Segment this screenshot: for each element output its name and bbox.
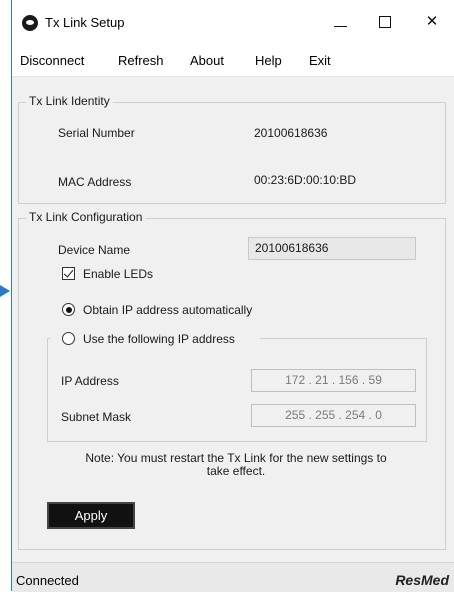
- maximize-button[interactable]: [370, 11, 400, 33]
- mac-address-value: 00:23:6D:00:10:BD: [254, 173, 357, 187]
- enable-leds-label[interactable]: Enable LEDs: [83, 267, 153, 281]
- apply-button[interactable]: Apply: [47, 502, 135, 529]
- connection-status: Connected: [16, 573, 79, 588]
- obtain-ip-auto-radio[interactable]: [62, 303, 75, 316]
- ip-address-label: IP Address: [61, 374, 119, 388]
- close-icon: ✕: [425, 13, 439, 30]
- menu-help[interactable]: Help: [255, 53, 282, 68]
- subnet-mask-label: Subnet Mask: [61, 410, 132, 424]
- obtain-ip-auto-label[interactable]: Obtain IP address automatically: [83, 303, 252, 317]
- mac-address-label: MAC Address: [58, 175, 132, 189]
- minimize-button[interactable]: [326, 11, 356, 33]
- maximize-icon: [379, 16, 391, 28]
- device-name-field[interactable]: 20100618636: [248, 237, 416, 260]
- serial-number-value: 20100618636: [254, 126, 328, 140]
- app-icon: [22, 15, 38, 31]
- subnet-mask-field[interactable]: 255 . 255 . 254 . 0: [251, 404, 416, 427]
- menu-about[interactable]: About: [190, 53, 224, 68]
- device-name-label: Device Name: [58, 243, 131, 257]
- identity-legend: Tx Link Identity: [26, 94, 113, 108]
- use-following-ip-radio[interactable]: [62, 332, 75, 345]
- use-following-ip-label[interactable]: Use the following IP address: [83, 332, 235, 346]
- window-title: Tx Link Setup: [45, 15, 125, 30]
- restart-note-line2: take effect.: [206, 464, 266, 478]
- restart-note: Note: You must restart the Tx Link for t…: [46, 452, 426, 478]
- title-bar[interactable]: Tx Link Setup ✕: [12, 0, 454, 46]
- menu-bar: Disconnect Refresh About Help Exit: [12, 46, 454, 77]
- resmed-logo: ResMed: [395, 572, 449, 588]
- serial-number-label: Serial Number: [58, 126, 135, 140]
- tx-link-setup-window: Tx Link Setup ✕ Disconnect Refresh About…: [11, 0, 454, 592]
- pointer-line: [0, 0, 11, 591]
- menu-refresh[interactable]: Refresh: [118, 53, 164, 68]
- menu-disconnect[interactable]: Disconnect: [20, 53, 84, 68]
- status-bar: Connected ResMed: [12, 562, 454, 592]
- menu-exit[interactable]: Exit: [309, 53, 331, 68]
- minimize-icon: [334, 26, 347, 27]
- enable-leds-checkbox[interactable]: [62, 267, 75, 280]
- close-button[interactable]: ✕: [417, 11, 447, 33]
- pointer-arrow-icon: [0, 285, 10, 297]
- ip-address-field[interactable]: 172 . 21 . 156 . 59: [251, 369, 416, 392]
- configuration-legend: Tx Link Configuration: [26, 210, 146, 224]
